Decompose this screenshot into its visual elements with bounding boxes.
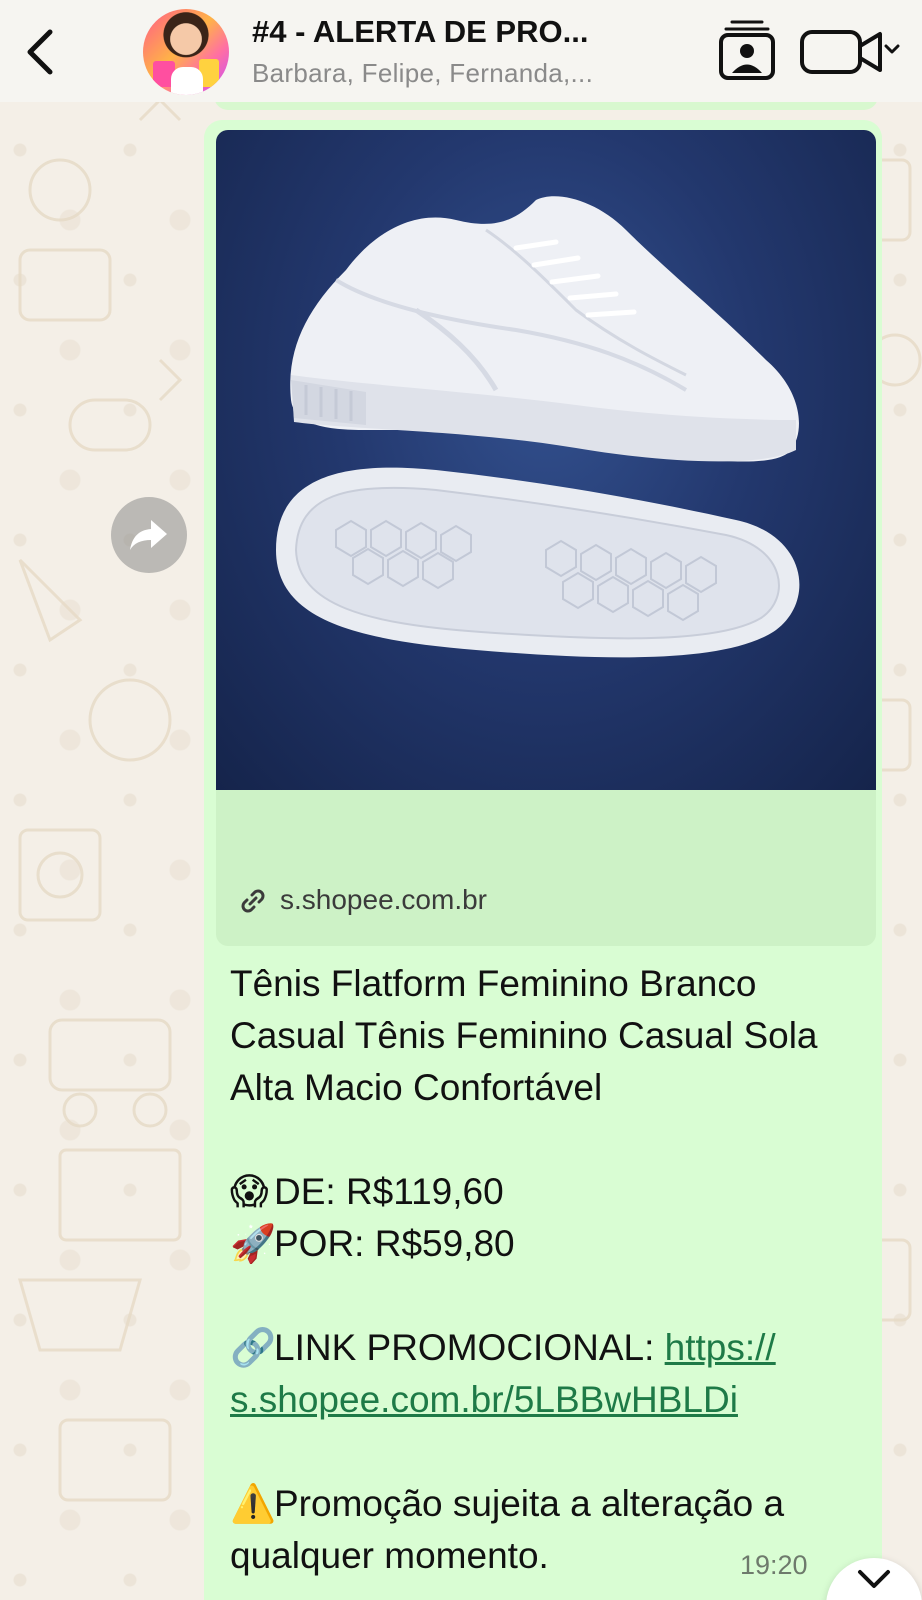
- price-from: DE: R$119,60: [274, 1171, 504, 1212]
- product-image[interactable]: [216, 130, 876, 790]
- preview-domain: s.shopee.com.br: [280, 884, 487, 915]
- promo-link-line-2: s.shopee.com.br/5LBBwHBLDi: [230, 1374, 870, 1426]
- rocket-emoji-icon: 🚀: [230, 1223, 277, 1264]
- product-title-line-3: Alta Macio Confortável: [230, 1067, 603, 1108]
- video-call-button[interactable]: [800, 24, 900, 80]
- chat-title[interactable]: #4 - ALERTA DE PRO...: [252, 14, 588, 50]
- product-title-line-1: Tênis Flatform Feminino Branco: [230, 963, 757, 1004]
- warning-line-1: ⚠️Promoção sujeita a alteração a: [230, 1478, 870, 1530]
- message-text: Tênis Flatform Feminino Branco Casual Tê…: [230, 958, 870, 1582]
- link-icon: [241, 889, 265, 913]
- back-button[interactable]: [14, 22, 64, 82]
- chat-header: #4 - ALERTA DE PRO... Barbara, Felipe, F…: [0, 0, 922, 102]
- video-camera-icon: [800, 30, 900, 74]
- avatar-person: [171, 67, 203, 95]
- price-to-line: 🚀POR: R$59,80: [230, 1218, 870, 1270]
- contact-card-icon: [719, 20, 775, 80]
- chevron-down-icon: [858, 1570, 890, 1588]
- message-bubble[interactable]: s.shopee.com.br Tênis Flatform Feminino …: [204, 120, 882, 1600]
- forward-arrow-icon: [130, 520, 167, 550]
- sneaker-sole: [276, 467, 800, 658]
- promo-link-url-part-2[interactable]: s.shopee.com.br/5LBBwHBLDi: [230, 1379, 738, 1420]
- group-avatar[interactable]: [143, 9, 229, 95]
- forward-button[interactable]: [111, 497, 187, 573]
- link-emoji-icon: 🔗: [230, 1327, 277, 1368]
- warning-text-1: Promoção sujeita a alteração a: [274, 1483, 785, 1524]
- chevron-left-icon: [27, 29, 53, 75]
- scroll-to-bottom-button[interactable]: [826, 1558, 922, 1600]
- chat-members[interactable]: Barbara, Felipe, Fernanda,...: [252, 58, 593, 89]
- promo-link-line: 🔗LINK PROMOCIONAL: https://: [230, 1322, 870, 1374]
- price-from-line: 😱 DE: R$119,60: [230, 1166, 870, 1218]
- price-to: POR: R$59,80: [274, 1223, 515, 1264]
- link-preview[interactable]: s.shopee.com.br: [216, 130, 876, 946]
- shocked-emoji-icon: 😱: [230, 1171, 269, 1212]
- promo-link-label: LINK PROMOCIONAL:: [274, 1327, 665, 1368]
- sneaker-upper: [290, 196, 799, 462]
- message-time: 19:20: [740, 1550, 808, 1580]
- warning-emoji-icon: ⚠️: [230, 1483, 277, 1524]
- contact-button[interactable]: [718, 18, 776, 82]
- product-title-line-2: Casual Tênis Feminino Casual Sola: [230, 1015, 818, 1056]
- promo-link-url-part-1[interactable]: https://: [665, 1327, 776, 1368]
